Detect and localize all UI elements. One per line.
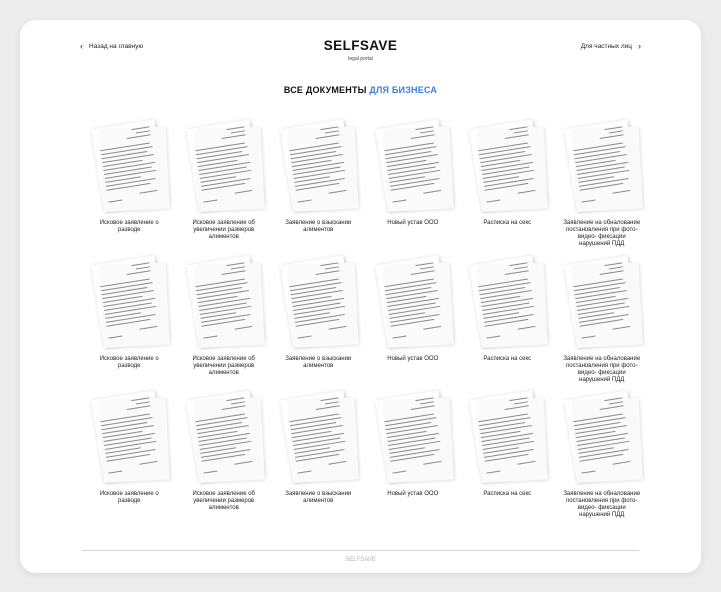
- document-thumbnail: [563, 390, 640, 482]
- main-card: ‹ Назад на главную SELFSAVE legal portal…: [20, 20, 701, 573]
- document-title: Расписка на секс: [483, 220, 532, 226]
- brand-subtitle: legal portal: [348, 56, 373, 62]
- document-title: Исковое заявление о разводе: [99, 355, 159, 369]
- document-title: Заявление о взыскании алиментов: [285, 220, 352, 233]
- document-thumbnail: [280, 119, 357, 211]
- private-persons-link[interactable]: Для частных лиц ›: [581, 42, 641, 51]
- document-thumbnail: [469, 254, 546, 347]
- top-bar: ‹ Назад на главную SELFSAVE legal portal…: [20, 20, 701, 80]
- document-title: Расписка на секс: [483, 355, 532, 362]
- document-thumbnail: [91, 254, 168, 347]
- document-card[interactable]: Расписка на секс: [460, 389, 555, 525]
- document-thumbnail: [563, 254, 640, 347]
- document-title: Заявление на обналование постановления п…: [563, 355, 641, 383]
- document-thumbnail: [185, 254, 262, 347]
- document-title: Заявление о взыскании алиментов: [285, 491, 352, 504]
- document-card[interactable]: Исковое заявление о разводе: [82, 389, 177, 525]
- document-card[interactable]: Новый устав ООО: [366, 118, 461, 254]
- document-title: Исковое заявление об увеличении размеров…: [192, 355, 255, 376]
- document-title: Исковое заявление об увеличении размеров…: [192, 491, 255, 511]
- document-thumbnail: [91, 119, 168, 211]
- document-title: Исковое заявление об увеличении размеров…: [192, 220, 255, 240]
- document-title: Исковое заявление о разводе: [99, 491, 159, 504]
- document-card[interactable]: Исковое заявление об увеличении размеров…: [177, 389, 272, 525]
- document-thumbnail: [469, 119, 546, 211]
- document-card[interactable]: Заявление на обналование постановления п…: [555, 389, 650, 525]
- document-thumbnail: [374, 390, 451, 482]
- heading-main: ВСЕ ДОКУМЕНТЫ: [283, 85, 370, 95]
- document-card[interactable]: Заявление о взыскании алиментов: [271, 118, 366, 254]
- document-thumbnail: [563, 119, 640, 211]
- document-thumbnail: [374, 119, 451, 211]
- document-card[interactable]: Заявление на обналование постановления п…: [555, 118, 650, 254]
- document-title: Заявление о взыскании алиментов: [285, 355, 352, 369]
- document-title: Расписка на секс: [483, 491, 532, 497]
- heading-accent: ДЛЯ БИЗНЕСА: [369, 85, 438, 95]
- document-title: Заявление на обналование постановления п…: [563, 220, 641, 247]
- document-card[interactable]: Заявление о взыскании алиментов: [271, 389, 366, 525]
- document-thumbnail: [374, 254, 451, 347]
- document-thumbnail: [280, 390, 357, 482]
- document-card[interactable]: Исковое заявление об увеличении размеров…: [177, 254, 272, 390]
- document-card[interactable]: Расписка на секс: [460, 254, 555, 390]
- document-card[interactable]: Исковое заявление о разводе: [82, 118, 177, 254]
- footer-divider: [82, 550, 639, 551]
- document-thumbnail: [91, 390, 168, 482]
- document-card[interactable]: Расписка на секс: [460, 118, 555, 254]
- chevron-right-icon: ›: [638, 41, 641, 51]
- document-card[interactable]: Заявление на обналование постановления п…: [555, 254, 650, 390]
- page-heading: ВСЕ ДОКУМЕНТЫ ДЛЯ БИЗНЕСА: [20, 85, 701, 95]
- document-title: Новый устав ООО: [387, 355, 439, 362]
- private-link-label: Для частных лиц: [580, 43, 632, 50]
- footer-brand: SELFSAVE: [345, 557, 376, 563]
- document-card[interactable]: Исковое заявление о разводе: [82, 254, 177, 390]
- document-title: Исковое заявление о разводе: [99, 220, 159, 233]
- documents-grid: Исковое заявление о разводе Исковое заявл…: [82, 118, 649, 525]
- document-thumbnail: [280, 254, 357, 347]
- document-card[interactable]: Исковое заявление об увеличении размеров…: [177, 118, 272, 254]
- document-title: Новый устав ООО: [387, 220, 439, 226]
- document-thumbnail: [469, 390, 546, 482]
- document-card[interactable]: Новый устав ООО: [366, 389, 461, 525]
- document-thumbnail: [185, 119, 262, 211]
- document-title: Новый устав ООО: [387, 491, 439, 497]
- document-thumbnail: [185, 390, 262, 482]
- document-card[interactable]: Новый устав ООО: [366, 254, 461, 390]
- document-card[interactable]: Заявление о взыскании алиментов: [271, 254, 366, 390]
- document-title: Заявление на обналование постановления п…: [563, 491, 641, 518]
